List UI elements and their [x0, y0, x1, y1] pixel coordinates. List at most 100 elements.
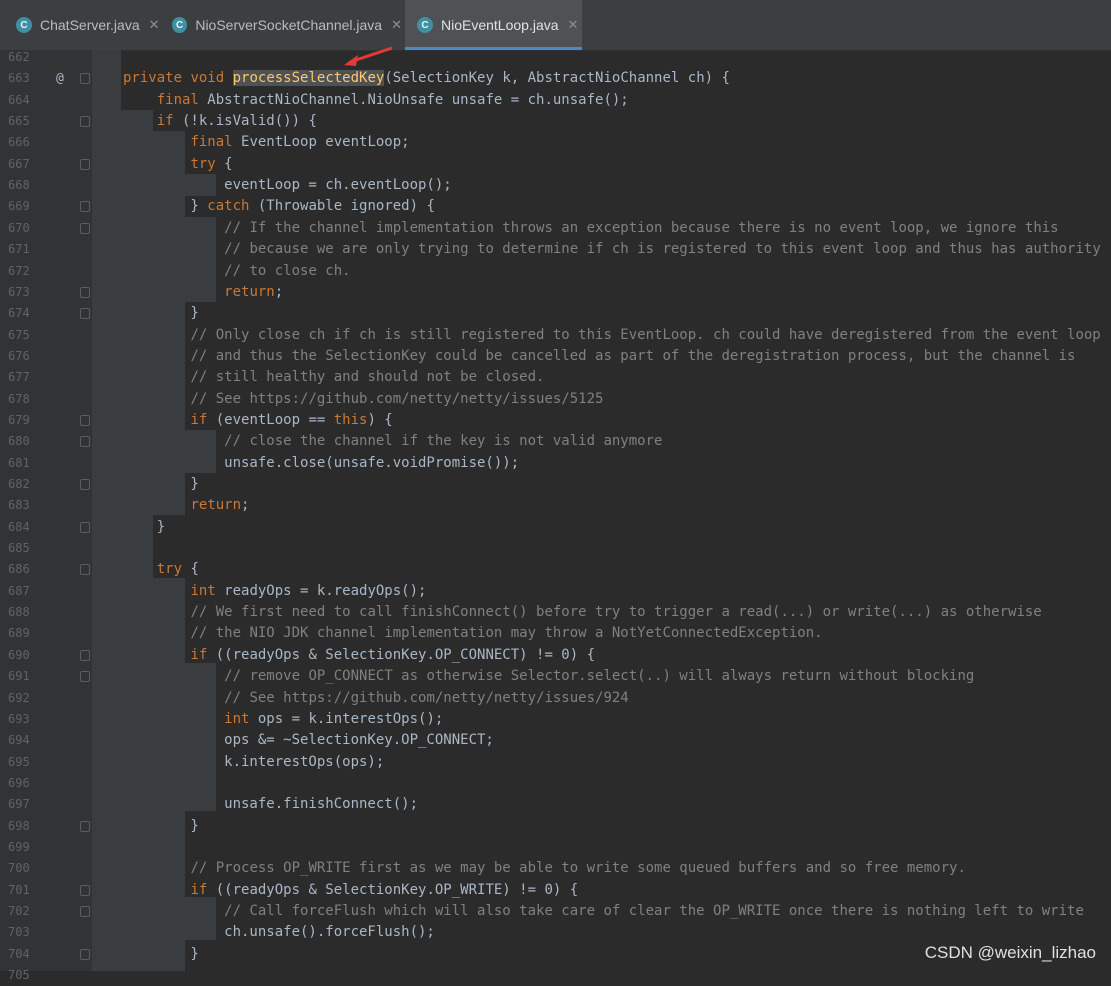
line-number[interactable]: 678	[0, 389, 38, 410]
line-number[interactable]: 699	[0, 837, 38, 858]
line-number[interactable]: 688	[0, 602, 38, 623]
fold-marker-icon[interactable]	[80, 223, 90, 234]
code-line: 690 if ((readyOps & SelectionKey.OP_CONN…	[0, 645, 1111, 666]
tab-nioeventloop[interactable]: C NioEventLoop.java ✕	[405, 0, 582, 50]
code-text: // and thus the SelectionKey could be ca…	[123, 346, 1075, 367]
code-line: 673 return;	[0, 282, 1111, 303]
editor-tab-bar: C ChatServer.java ✕ C NioServerSocketCha…	[0, 0, 1111, 51]
line-number[interactable]: 694	[0, 730, 38, 751]
code-line: 667 try {	[0, 154, 1111, 175]
line-number[interactable]: 700	[0, 858, 38, 879]
line-number[interactable]: 677	[0, 367, 38, 388]
line-number[interactable]: 672	[0, 261, 38, 282]
fold-marker-icon[interactable]	[80, 650, 90, 661]
line-number[interactable]: 693	[0, 709, 38, 730]
code-text: // remove OP_CONNECT as otherwise Select…	[123, 666, 974, 687]
fold-marker-icon[interactable]	[80, 287, 90, 298]
line-number[interactable]: 685	[0, 538, 38, 559]
code-line: 699	[0, 837, 1111, 858]
line-number[interactable]: 686	[0, 559, 38, 580]
code-text: // Call forceFlush which will also take …	[123, 901, 1084, 922]
fold-marker-icon[interactable]	[80, 821, 90, 832]
fold-marker-icon[interactable]	[80, 522, 90, 533]
fold-marker-icon[interactable]	[80, 415, 90, 426]
java-class-icon: C	[16, 17, 32, 33]
line-number[interactable]: 696	[0, 773, 38, 794]
fold-marker-icon[interactable]	[80, 73, 90, 84]
annotation-arrow	[340, 44, 396, 70]
fold-marker-icon[interactable]	[80, 479, 90, 490]
line-number[interactable]: 705	[0, 965, 38, 986]
line-number[interactable]: 666	[0, 132, 38, 153]
line-number[interactable]: 684	[0, 517, 38, 538]
code-text: try {	[123, 559, 199, 580]
fold-marker-icon[interactable]	[80, 949, 90, 960]
line-number[interactable]: 671	[0, 239, 38, 260]
tab-nioserversocketchannel[interactable]: C NioServerSocketChannel.java ✕	[160, 0, 402, 50]
line-number[interactable]: 680	[0, 431, 38, 452]
line-number[interactable]: 689	[0, 623, 38, 644]
line-number[interactable]: 668	[0, 175, 38, 196]
code-text: }	[123, 944, 199, 965]
code-text: // See https://github.com/netty/netty/is…	[123, 688, 629, 709]
watermark: CSDN @weixin_lizhao	[925, 943, 1096, 963]
code-line: 677 // still healthy and should not be c…	[0, 367, 1111, 388]
line-number[interactable]: 698	[0, 816, 38, 837]
line-number[interactable]: 691	[0, 666, 38, 687]
line-number[interactable]: 675	[0, 325, 38, 346]
line-number[interactable]: 663	[0, 68, 38, 89]
code-line: 675 // Only close ch if ch is still regi…	[0, 325, 1111, 346]
fold-marker-icon[interactable]	[80, 436, 90, 447]
line-number[interactable]: 702	[0, 901, 38, 922]
close-icon[interactable]: ✕	[391, 17, 402, 33]
line-number[interactable]: 662	[0, 47, 38, 68]
code-text: if ((readyOps & SelectionKey.OP_CONNECT)…	[123, 645, 595, 666]
line-number[interactable]: 681	[0, 453, 38, 474]
line-number[interactable]: 695	[0, 752, 38, 773]
close-icon[interactable]: ✕	[568, 17, 579, 33]
line-number[interactable]: 676	[0, 346, 38, 367]
code-line: 694 ops &= ~SelectionKey.OP_CONNECT;	[0, 730, 1111, 751]
code-line: 688 // We first need to call finishConne…	[0, 602, 1111, 623]
fold-marker-icon[interactable]	[80, 159, 90, 170]
line-number[interactable]: 697	[0, 794, 38, 815]
fold-marker-icon[interactable]	[80, 906, 90, 917]
line-number[interactable]: 704	[0, 944, 38, 965]
fold-marker-icon[interactable]	[80, 201, 90, 212]
code-line: 672 // to close ch.	[0, 261, 1111, 282]
line-number[interactable]: 687	[0, 581, 38, 602]
line-number[interactable]: 669	[0, 196, 38, 217]
fold-marker-icon[interactable]	[80, 885, 90, 896]
fold-marker-icon[interactable]	[80, 671, 90, 682]
code-line: 703 ch.unsafe().forceFlush();	[0, 922, 1111, 943]
line-number[interactable]: 701	[0, 880, 38, 901]
line-number[interactable]: 690	[0, 645, 38, 666]
code-text: // Process OP_WRITE first as we may be a…	[123, 858, 966, 879]
line-number[interactable]: 674	[0, 303, 38, 324]
line-number[interactable]: 664	[0, 90, 38, 111]
fold-marker-icon[interactable]	[80, 116, 90, 127]
fold-marker-icon[interactable]	[80, 564, 90, 575]
line-number[interactable]: 673	[0, 282, 38, 303]
override-gutter-icon[interactable]: @	[56, 68, 64, 89]
code-line: 692 // See https://github.com/netty/nett…	[0, 688, 1111, 709]
line-number[interactable]: 665	[0, 111, 38, 132]
fold-marker-icon[interactable]	[80, 308, 90, 319]
line-number[interactable]: 670	[0, 218, 38, 239]
close-icon[interactable]: ✕	[149, 17, 160, 33]
line-number[interactable]: 679	[0, 410, 38, 431]
line-number[interactable]: 692	[0, 688, 38, 709]
code-line: 683 return;	[0, 495, 1111, 516]
line-number[interactable]: 667	[0, 154, 38, 175]
code-line: 680 // close the channel if the key is n…	[0, 431, 1111, 452]
code-text: return;	[123, 495, 249, 516]
code-text: k.interestOps(ops);	[123, 752, 384, 773]
line-number[interactable]: 703	[0, 922, 38, 943]
line-number[interactable]: 682	[0, 474, 38, 495]
code-text: if (!k.isValid()) {	[123, 111, 317, 132]
tab-chatserver[interactable]: C ChatServer.java ✕	[0, 0, 160, 50]
code-line: 689 // the NIO JDK channel implementatio…	[0, 623, 1111, 644]
line-number[interactable]: 683	[0, 495, 38, 516]
code-line: 674 }	[0, 303, 1111, 324]
code-line: 679 if (eventLoop == this) {	[0, 410, 1111, 431]
